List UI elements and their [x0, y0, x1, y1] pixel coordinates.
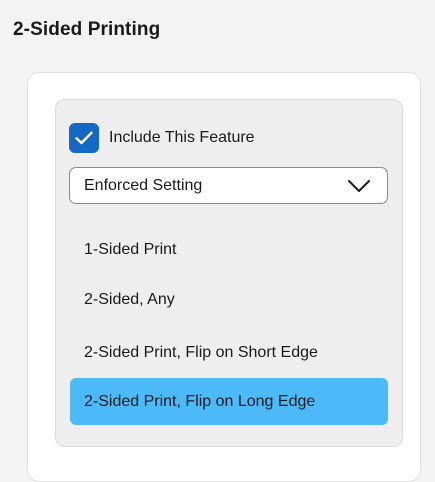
checkmark-icon — [75, 131, 93, 145]
option-flip-short-edge[interactable]: 2-Sided Print, Flip on Short Edge — [70, 329, 388, 376]
option-flip-long-edge[interactable]: 2-Sided Print, Flip on Long Edge — [70, 378, 388, 425]
setting-dropdown[interactable]: Enforced Setting — [69, 167, 388, 204]
include-feature-checkbox[interactable] — [69, 123, 99, 153]
option-2-sided-any[interactable]: 2-Sided, Any — [70, 276, 388, 323]
include-feature-checkbox-row[interactable]: Include This Feature — [69, 123, 255, 153]
section-title: 2-Sided Printing — [13, 19, 161, 40]
setting-dropdown-value: Enforced Setting — [84, 176, 203, 194]
chevron-down-icon — [347, 179, 371, 193]
include-feature-label: Include This Feature — [109, 129, 255, 146]
option-1-sided-print[interactable]: 1-Sided Print — [70, 226, 388, 273]
